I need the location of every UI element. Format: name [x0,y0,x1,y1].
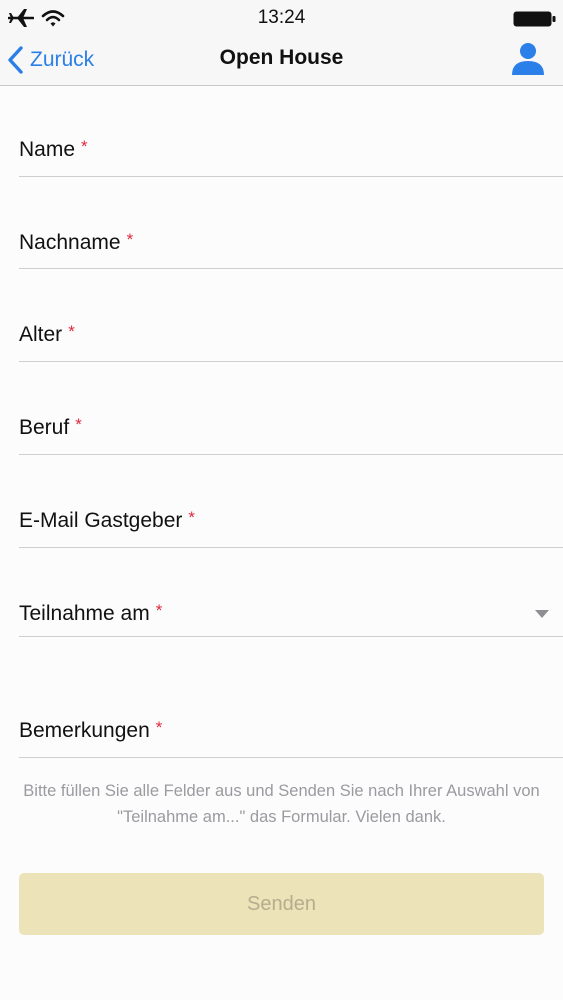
required-marker: * [68,322,75,341]
nachname-field-label: Nachname * [19,230,134,254]
status-bar: 13:24 [0,0,563,36]
teilnahme-select[interactable]: Teilnahme am * [19,583,563,637]
form-hint-text: Bitte füllen Sie alle Felder aus und Sen… [23,782,540,826]
required-marker: * [188,508,196,527]
battery-icon [513,11,556,27]
required-marker: * [126,230,134,249]
beruf-field-label: Beruf * [19,415,82,439]
required-marker: * [75,415,82,434]
teilnahme-select-label: Teilnahme am * [19,601,163,625]
nachname-field[interactable]: Nachname * [19,213,563,269]
required-marker: * [155,718,163,737]
navigation-bar: Zurück Open House [0,36,563,86]
status-time: 13:24 [257,7,306,28]
back-button-label: Zurück [30,48,95,71]
alter-field[interactable]: Alter * [19,305,563,362]
email-gastgeber-field-label: E-Mail Gastgeber * [19,508,196,532]
person-icon[interactable] [509,40,547,78]
name-field[interactable]: Name * [19,120,563,177]
submit-button[interactable]: Senden [19,873,544,935]
beruf-field[interactable]: Beruf * [19,398,563,455]
required-marker: * [155,601,163,620]
email-gastgeber-field[interactable]: E-Mail Gastgeber * [19,490,563,548]
back-button[interactable]: Zurück [6,41,94,79]
alter-field-label: Alter * [19,322,75,346]
submit-button-label: Senden [247,892,316,915]
required-marker: * [81,137,88,156]
bemerkungen-field[interactable]: Bemerkungen * [19,698,563,758]
chevron-left-icon [8,46,23,74]
name-field-label: Name * [19,137,88,161]
dropdown-arrow-icon [535,610,549,618]
bemerkungen-field-label: Bemerkungen * [19,718,163,742]
